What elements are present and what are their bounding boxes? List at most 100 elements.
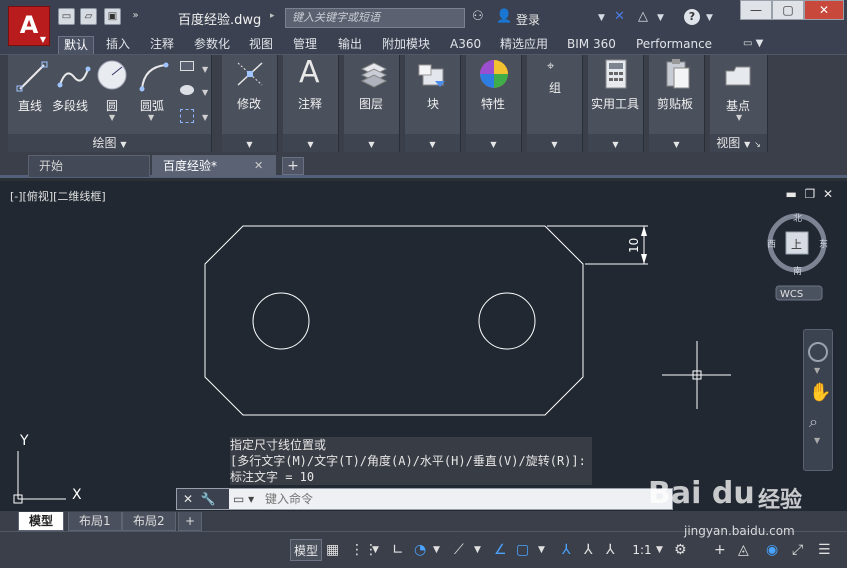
command-input[interactable] [265, 490, 665, 508]
viewport-controls-label[interactable]: [-][俯视][二维线框] [10, 188, 106, 204]
rectangle-dropdown-icon[interactable]: ▼ [202, 65, 208, 74]
login-button[interactable]: 登录 [516, 11, 540, 28]
viewport-restore-icon[interactable]: ❐ [805, 187, 816, 201]
ortho-icon[interactable]: ∟ [392, 542, 404, 558]
annotate-panel-label[interactable]: 注释 [298, 95, 322, 112]
color-wheel-icon[interactable] [478, 58, 510, 90]
circle-button-label[interactable]: 圆 [106, 97, 118, 114]
arc-dropdown-icon[interactable]: ▼ [148, 113, 154, 122]
viewport-minimize-icon[interactable]: ▬ [786, 187, 797, 201]
application-menu-button[interactable]: A ▼ [8, 6, 50, 46]
steering-wheel-dropdown-icon[interactable]: ▼ [814, 366, 820, 375]
quick-access-more-icon[interactable]: » [127, 8, 144, 25]
isolate-objects-icon[interactable]: ◉ [766, 542, 778, 558]
modify-panel-footer[interactable]: ▼ [222, 134, 277, 152]
polar-dropdown-icon[interactable]: ▼ [433, 545, 440, 555]
properties-panel-label[interactable]: 特性 [481, 95, 505, 112]
steering-wheel-icon[interactable] [808, 342, 828, 362]
properties-panel-footer[interactable]: ▼ [466, 134, 521, 152]
panel-launcher-icon[interactable]: ↘ [754, 140, 761, 149]
isodraft-icon[interactable]: ⟋ [454, 542, 464, 558]
binoculars-icon[interactable]: ⚇ [472, 9, 484, 24]
tab-layout1[interactable]: 布局1 [68, 512, 122, 531]
layers-panel-footer[interactable]: ▼ [344, 134, 399, 152]
user-icon[interactable]: 👤 [496, 9, 512, 24]
group-panel-footer[interactable]: ▼ [527, 134, 582, 152]
search-input[interactable]: 键入关键字或短语 [285, 8, 465, 28]
osnap-dropdown-icon[interactable]: ▼ [538, 545, 545, 555]
minimize-icon[interactable]: — [740, 0, 772, 20]
auto-scale-icon[interactable]: ⅄ [584, 542, 593, 558]
utilities-panel-footer[interactable]: ▼ [588, 134, 643, 152]
maximize-icon[interactable]: ▢ [772, 0, 804, 20]
viewport-close-icon[interactable]: ✕ [823, 187, 833, 201]
clipboard-panel-footer[interactable]: ▼ [649, 134, 704, 152]
hatch-icon[interactable] [180, 85, 194, 95]
a360-dropdown-icon[interactable]: ▼ [657, 13, 664, 23]
annotation-scale-value[interactable]: 1:1 [630, 539, 654, 561]
object-snap-icon[interactable]: ▢ [516, 542, 529, 558]
insert-block-icon[interactable] [417, 59, 449, 91]
tab-bim360[interactable]: BIM 360 [562, 36, 621, 54]
tab-manage[interactable]: 管理 [288, 36, 322, 54]
tab-a360[interactable]: A360 [445, 36, 486, 54]
annotation-visibility-icon[interactable]: ⅄ [562, 542, 571, 558]
arc-button-label[interactable]: 圆弧 [140, 97, 164, 114]
workspace-gear-icon[interactable]: ⚙ [674, 542, 687, 558]
a360-icon[interactable]: △ [638, 9, 648, 24]
group-icon[interactable]: ⌖ [547, 59, 554, 74]
tab-output[interactable]: 输出 [333, 36, 367, 54]
isodraft-dropdown-icon[interactable]: ▼ [474, 545, 481, 555]
text-a-icon[interactable]: A [299, 55, 320, 90]
modify-move-icon[interactable] [234, 59, 266, 89]
help-icon[interactable]: ? [684, 9, 700, 25]
grid-icon[interactable]: ▦ [326, 542, 339, 558]
modify-panel-label[interactable]: 修改 [237, 95, 261, 112]
polyline-icon[interactable] [56, 61, 92, 93]
command-prompt-icon[interactable]: ▭ ▾ [233, 489, 254, 509]
pan-hand-icon[interactable]: ✋ [809, 382, 831, 403]
tab-featured-apps[interactable]: 精选应用 [495, 36, 553, 54]
units-icon[interactable]: ◬ [738, 542, 749, 558]
object-snap-tracking-icon[interactable]: ∠ [494, 542, 507, 558]
add-layout-icon[interactable]: + [178, 512, 203, 531]
tab-view[interactable]: 视图 [244, 36, 278, 54]
calculator-icon[interactable] [604, 59, 628, 89]
block-panel-footer[interactable]: ▼ [405, 134, 460, 152]
scale-dropdown-icon[interactable]: ▼ [656, 545, 663, 555]
base-button-label[interactable]: 基点 [726, 97, 750, 114]
layers-panel-label[interactable]: 图层 [359, 95, 383, 112]
hatch-dropdown-icon[interactable]: ▼ [202, 88, 208, 97]
tab-performance[interactable]: Performance [631, 36, 717, 54]
tab-parametric[interactable]: 参数化 [189, 36, 235, 54]
annotation-scale-icon[interactable]: ⅄ [606, 542, 615, 558]
login-dropdown-icon[interactable]: ▼ [598, 13, 605, 23]
polyline-button-label[interactable]: 多段线 [52, 97, 88, 114]
boundary-dropdown-icon[interactable]: ▼ [202, 113, 208, 122]
ribbon-minimize-icon[interactable]: ▭ ▼ [738, 36, 768, 54]
customization-menu-icon[interactable]: ☰ [818, 542, 831, 558]
customize-wrench-icon[interactable]: 🔧 [201, 492, 216, 506]
zoom-dropdown-icon[interactable]: ▼ [814, 436, 820, 445]
rectangle-icon[interactable] [180, 61, 194, 71]
model-space-button[interactable]: 模型 [290, 539, 322, 561]
tab-annotate[interactable]: 注释 [145, 36, 179, 54]
view-panel-footer[interactable]: 视图 ▼ ↘ [710, 134, 767, 152]
snap-dropdown-icon[interactable]: ▼ [372, 545, 379, 555]
paste-icon[interactable] [665, 58, 691, 90]
help-dropdown-icon[interactable]: ▼ [706, 13, 713, 23]
fullscreen-icon[interactable]: ⤢ [792, 542, 803, 558]
zoom-extents-icon[interactable]: ⌕ [809, 412, 818, 432]
open-folder-icon[interactable]: ▱ [80, 8, 97, 25]
boundary-icon[interactable] [180, 109, 194, 123]
polar-tracking-icon[interactable]: ◔ [414, 542, 426, 558]
circle-icon[interactable] [96, 59, 128, 93]
base-dropdown-icon[interactable]: ▼ [736, 113, 742, 122]
close-tab-icon[interactable]: ✕ [254, 159, 263, 172]
utilities-panel-label[interactable]: 实用工具 [591, 95, 639, 112]
arc-icon[interactable] [138, 61, 170, 93]
tab-insert[interactable]: 插入 [101, 36, 135, 54]
tab-addins[interactable]: 附加模块 [377, 36, 435, 54]
group-panel-label[interactable]: 组 [549, 79, 561, 96]
new-tab-icon[interactable]: + [282, 157, 304, 175]
